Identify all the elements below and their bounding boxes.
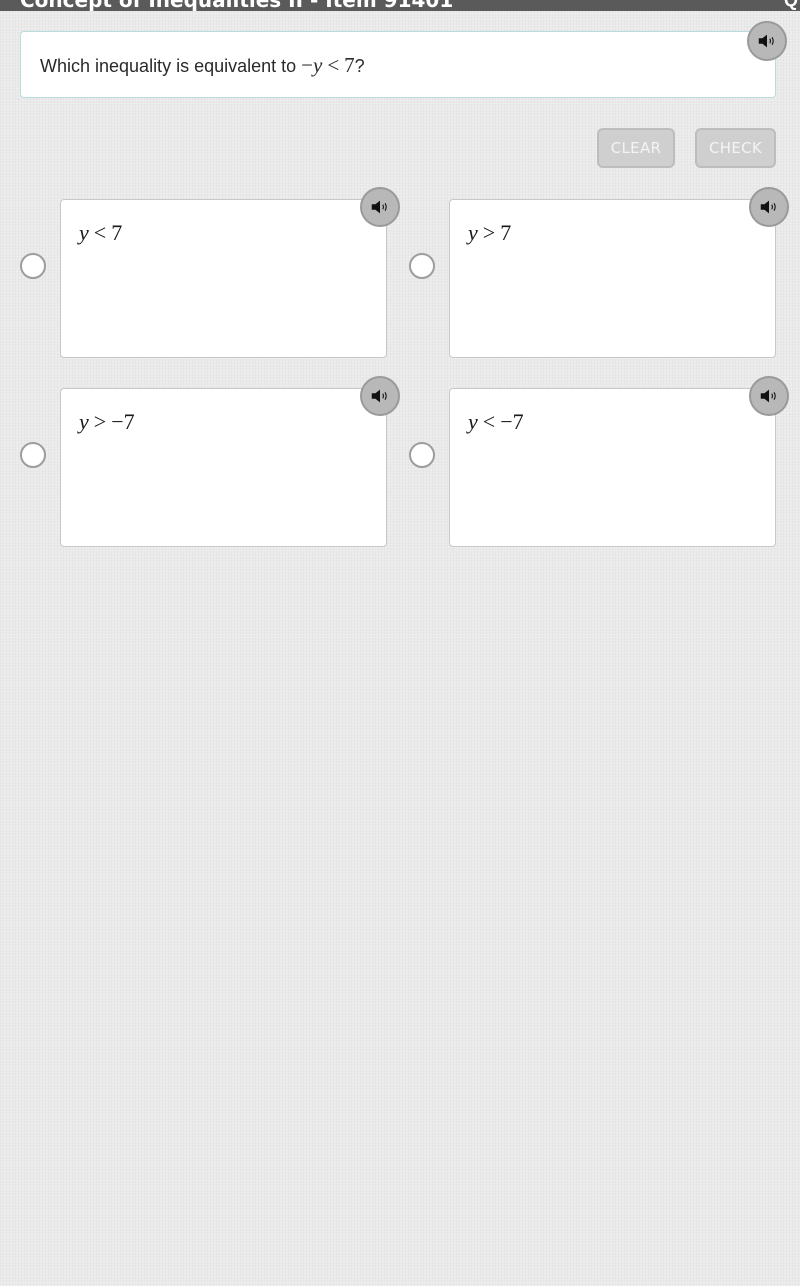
answer-choice[interactable]: y < −7 [409,376,798,547]
choice-audio-button[interactable] [749,187,789,227]
title-bar: Concept of Inequalities II - Item 91401 … [0,0,800,11]
answer-choice[interactable]: y > −7 [20,376,409,547]
clear-button[interactable]: CLEAR [597,128,675,168]
value: 7 [111,220,123,245]
variable: y [79,409,89,434]
speaker-icon [760,200,776,214]
choice-card[interactable]: y >7 [449,199,776,358]
choice-card[interactable]: y <7 [60,199,387,358]
value: 7 [344,53,355,77]
choice-radio[interactable] [409,442,435,468]
question-expression: −y <7 [301,53,355,77]
question-prefix: Which inequality is equivalent to [40,56,302,76]
operator: < [482,409,496,434]
choice-radio[interactable] [20,442,46,468]
choice-audio-button[interactable] [360,187,400,227]
operator: < [93,220,107,245]
choice-audio-button[interactable] [749,376,789,416]
choice-audio-button[interactable] [360,376,400,416]
speaker-icon [371,389,387,403]
search-icon[interactable]: Q [784,0,798,11]
variable: y [312,53,323,77]
page-title: Concept of Inequalities II - Item 91401 [20,0,453,11]
operator: > [93,409,107,434]
question-prompt: Which inequality is equivalent to −y <7? [20,31,776,98]
question-audio-button[interactable] [747,21,787,61]
choice-expression: y >7 [468,220,511,246]
negation-sign: − [301,53,313,77]
value: 7 [500,220,512,245]
choice-expression: y <7 [79,220,122,246]
variable: y [79,220,89,245]
operator: < [327,53,340,77]
choice-card[interactable]: y < −7 [449,388,776,547]
variable: y [468,409,478,434]
speaker-icon [758,34,774,48]
check-button[interactable]: CHECK [695,128,776,168]
choice-expression: y < −7 [468,409,524,435]
answer-choice[interactable]: y >7 [409,187,798,358]
operator: > [482,220,496,245]
choice-radio[interactable] [409,253,435,279]
speaker-icon [371,200,387,214]
value: −7 [500,409,524,434]
choice-card[interactable]: y > −7 [60,388,387,547]
question-text: Which inequality is equivalent to −y <7? [40,53,365,78]
question-suffix: ? [354,56,365,76]
choice-expression: y > −7 [79,409,135,435]
value: −7 [111,409,135,434]
variable: y [468,220,478,245]
answer-choice[interactable]: y <7 [20,187,409,358]
choice-radio[interactable] [20,253,46,279]
speaker-icon [760,389,776,403]
